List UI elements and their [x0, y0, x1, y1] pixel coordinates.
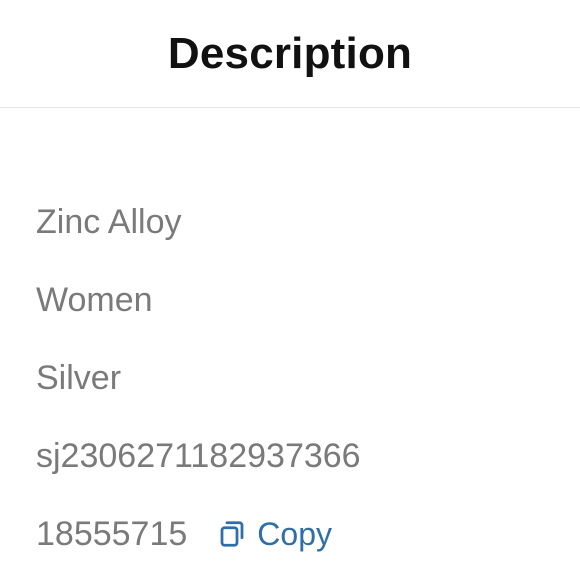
detail-material-value: Zinc Alloy [36, 202, 182, 241]
copy-button[interactable]: Copy [217, 516, 332, 553]
detail-color-value: Silver [36, 358, 122, 397]
copy-label: Copy [257, 515, 332, 552]
page-header: Description [0, 0, 580, 108]
details-list: Zinc Alloy Women Silver sj23062711829373… [0, 108, 580, 573]
detail-sku-value: sj2306271182937366 [36, 436, 361, 475]
detail-gender-value: Women [36, 280, 153, 319]
detail-order-number: 18555715 Copy [36, 495, 580, 573]
detail-material: Zinc Alloy [36, 183, 580, 261]
detail-gender: Women [36, 261, 580, 339]
page-title: Description [167, 28, 413, 78]
order-number-value: 18555715 [36, 514, 188, 553]
detail-sku: sj2306271182937366 [36, 417, 580, 495]
copy-icon [217, 519, 247, 549]
detail-color: Silver [36, 339, 580, 417]
